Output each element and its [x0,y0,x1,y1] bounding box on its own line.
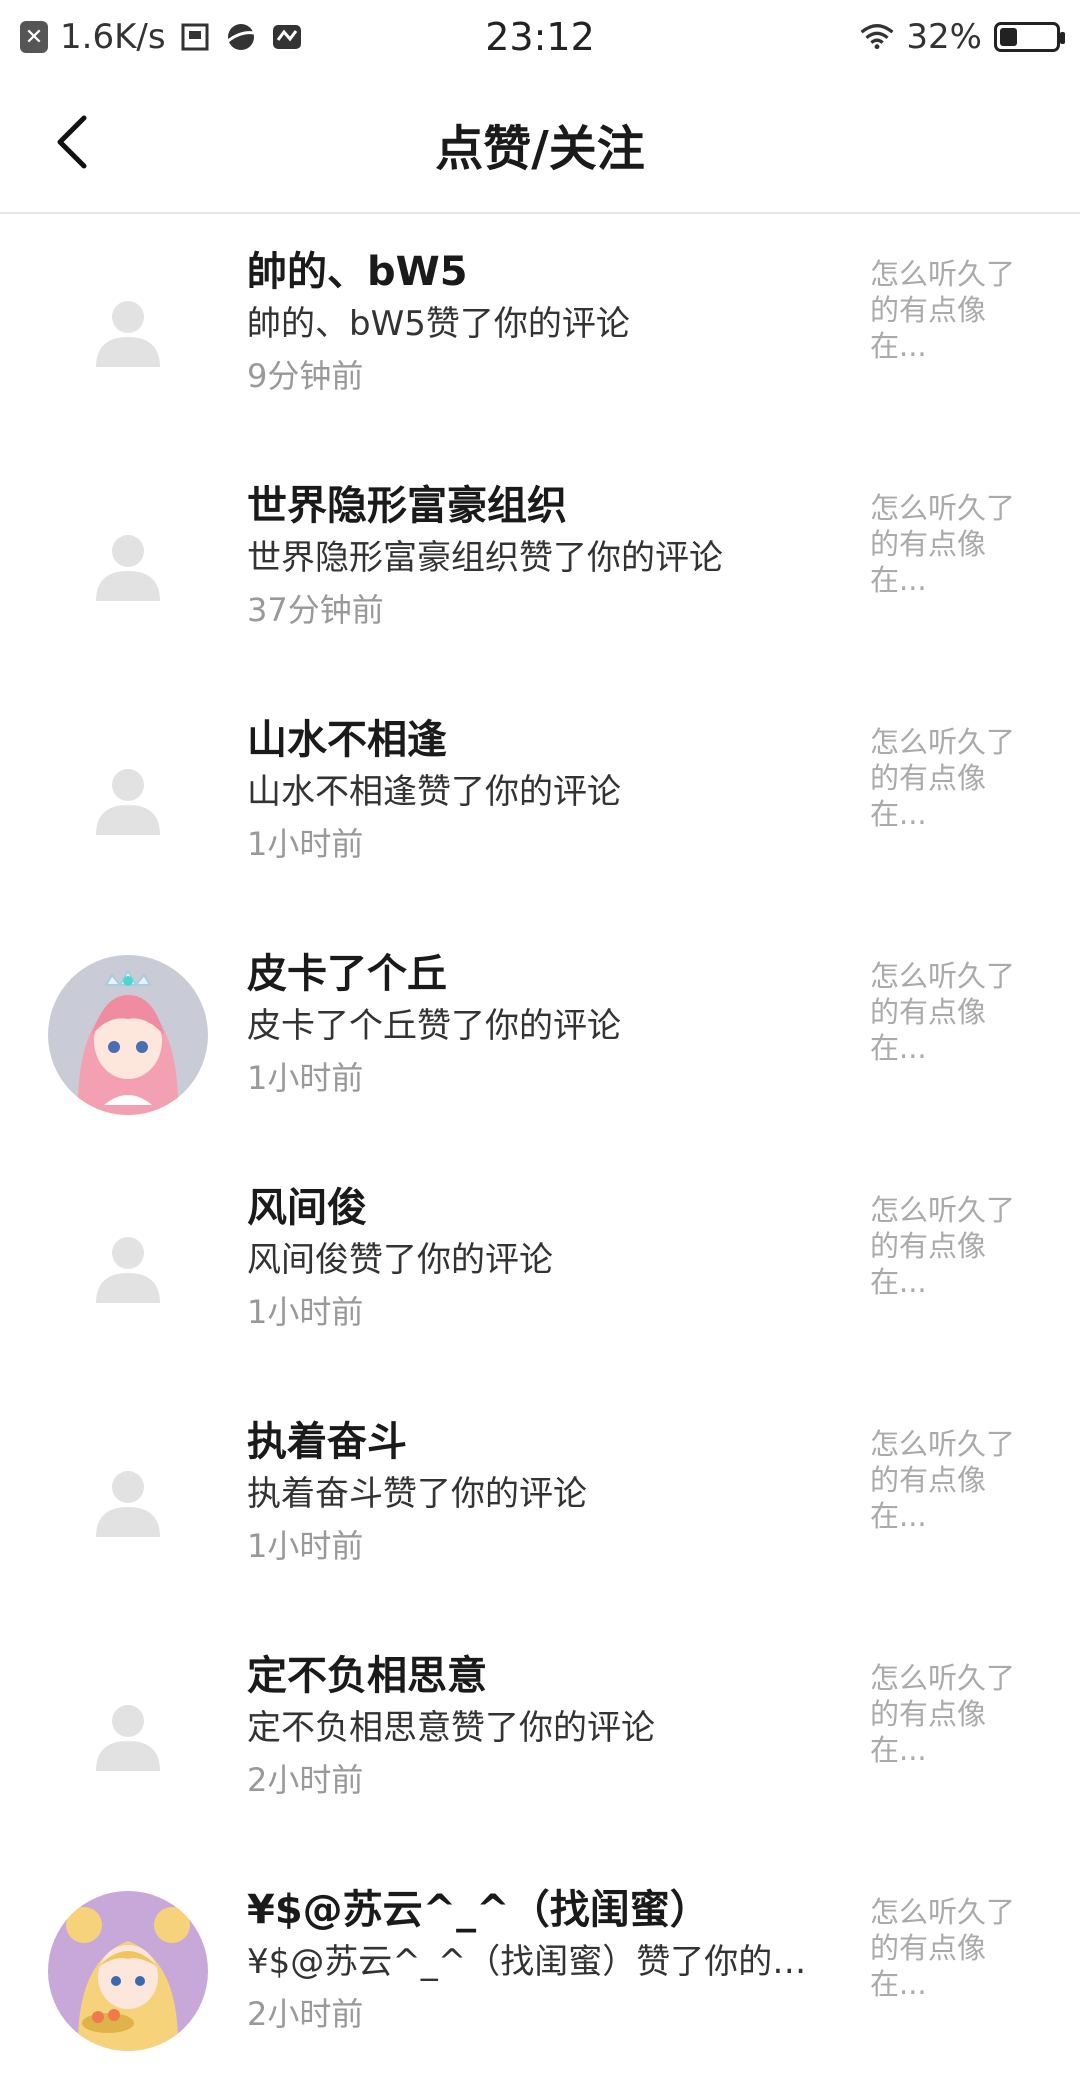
comment-excerpt[interactable]: 怎么听久了的有点像在... [870,1660,1020,1768]
avatar[interactable] [48,955,208,1115]
item-text: 帥的、bW5 帥的、bW5赞了你的评论 9分钟前 [247,246,827,402]
list-item[interactable]: 皮卡了个丘皮卡了个丘赞了你的评论 1小时前 怎么听久了的有点像在... [0,918,1080,1152]
wifi-icon [860,20,894,54]
user-name[interactable]: 风间俊 [247,1182,827,1234]
like-message: ¥$@苏云^_^（找闺蜜）赞了你的… [247,1942,807,1982]
avatar[interactable] [48,1891,208,2051]
app-notification-icon [178,20,212,54]
comment-excerpt[interactable]: 怎么听久了的有点像在... [870,958,1020,1066]
item-text: 山水不相逢山水不相逢赞了你的评论 1小时前 [247,714,827,870]
default-avatar-icon [96,1705,160,1771]
like-message: 执着奋斗赞了你的评论 [247,1474,587,1514]
item-text: 风间俊风间俊赞了你的评论 1小时前 [247,1182,827,1338]
page-title: 点赞/关注 [435,121,645,177]
comment-excerpt[interactable]: 怎么听久了的有点像在... [870,1426,1020,1534]
default-avatar-icon [96,769,160,835]
comment-excerpt[interactable]: 怎么听久了的有点像在... [870,256,1020,364]
default-avatar-icon [96,1471,160,1537]
battery-percent: 32% [906,17,982,57]
like-message: 山水不相逢赞了你的评论 [247,772,621,812]
chevron-left-icon [57,115,87,169]
status-left: ✕ 1.6K/s [20,17,304,57]
notification-list: 帥的、bW5 帥的、bW5赞了你的评论 9分钟前 怎么听久了的有点像在... 世界隐形富… [0,216,1080,2088]
back-button[interactable] [40,110,104,174]
comment-excerpt[interactable]: 怎么听久了的有点像在... [870,1192,1020,1300]
avatar[interactable] [48,487,208,647]
like-message: 皮卡了个丘赞了你的评论 [247,1006,621,1046]
timestamp: 1小时前 [247,825,364,863]
avatar[interactable] [48,1423,208,1583]
avatar[interactable] [48,721,208,881]
list-item[interactable]: 定不负相思意定不负相思意赞了你的评论 2小时前 怎么听久了的有点像在... [0,1620,1080,1854]
item-text: ¥$@苏云^_^（找闺蜜） ¥$@苏云^_^（找闺蜜）赞了你的… 2小时前 [247,1884,827,2040]
comment-excerpt[interactable]: 怎么听久了的有点像在... [870,724,1020,832]
mail-app-icon [270,20,304,54]
top-nav-bar: 点赞/关注 [0,74,1080,214]
list-item[interactable]: ¥$@苏云^_^（找闺蜜） ¥$@苏云^_^（找闺蜜）赞了你的… 2小时前 怎么听久了… [0,1854,1080,2088]
like-message: 帥的、bW5赞了你的评论 [247,304,630,344]
avatar[interactable] [48,1189,208,1349]
sailor-girl-avatar-icon [48,1891,208,2051]
user-name[interactable]: 帥的、bW5 [247,246,827,298]
timestamp: 37分钟前 [247,591,384,629]
user-name[interactable]: ¥$@苏云^_^（找闺蜜） [247,1884,827,1936]
anime-girl-avatar-icon [48,955,208,1115]
comment-excerpt[interactable]: 怎么听久了的有点像在... [870,1894,1020,2002]
item-text: 定不负相思意定不负相思意赞了你的评论 2小时前 [247,1650,827,1806]
user-name[interactable]: 山水不相逢 [247,714,827,766]
status-right: 32% [860,17,1065,57]
timestamp: 2小时前 [247,1761,364,1799]
default-avatar-icon [96,301,160,367]
like-message: 定不负相思意赞了你的评论 [247,1708,655,1748]
user-name[interactable]: 定不负相思意 [247,1650,827,1702]
default-avatar-icon [96,1237,160,1303]
item-text: 世界隐形富豪组织世界隐形富豪组织赞了你的评论 37分钟前 [247,480,827,636]
list-item[interactable]: 世界隐形富豪组织世界隐形富豪组织赞了你的评论 37分钟前 怎么听久了的有点像在... [0,450,1080,684]
user-name[interactable]: 执着奋斗 [247,1416,827,1468]
avatar[interactable] [48,253,208,413]
default-avatar-icon [96,535,160,601]
planet-app-icon [224,20,258,54]
list-item[interactable]: 风间俊风间俊赞了你的评论 1小时前 怎么听久了的有点像在... [0,1152,1080,1386]
timestamp: 2小时前 [247,1995,364,2033]
user-name[interactable]: 皮卡了个丘 [247,948,827,1000]
item-text: 执着奋斗执着奋斗赞了你的评论 1小时前 [247,1416,827,1572]
user-name[interactable]: 世界隐形富豪组织 [247,480,827,532]
like-message: 风间俊赞了你的评论 [247,1240,553,1280]
battery-fill [1000,28,1017,46]
list-item[interactable]: 执着奋斗执着奋斗赞了你的评论 1小时前 怎么听久了的有点像在... [0,1386,1080,1620]
timestamp: 1小时前 [247,1527,364,1565]
list-item[interactable]: 帥的、bW5 帥的、bW5赞了你的评论 9分钟前 怎么听久了的有点像在... [0,216,1080,450]
timestamp: 9分钟前 [247,357,364,395]
comment-excerpt[interactable]: 怎么听久了的有点像在... [870,490,1020,598]
list-item[interactable]: 山水不相逢山水不相逢赞了你的评论 1小时前 怎么听久了的有点像在... [0,684,1080,918]
battery-icon [994,22,1065,52]
status-bar: ✕ 1.6K/s 32% [0,0,1080,74]
close-notification-icon: ✕ [20,21,48,53]
like-message: 世界隐形富豪组织赞了你的评论 [247,538,723,578]
avatar[interactable] [48,1657,208,1817]
timestamp: 1小时前 [247,1293,364,1331]
network-speed: 1.6K/s [60,17,166,57]
item-text: 皮卡了个丘皮卡了个丘赞了你的评论 1小时前 [247,948,827,1104]
timestamp: 1小时前 [247,1059,364,1097]
